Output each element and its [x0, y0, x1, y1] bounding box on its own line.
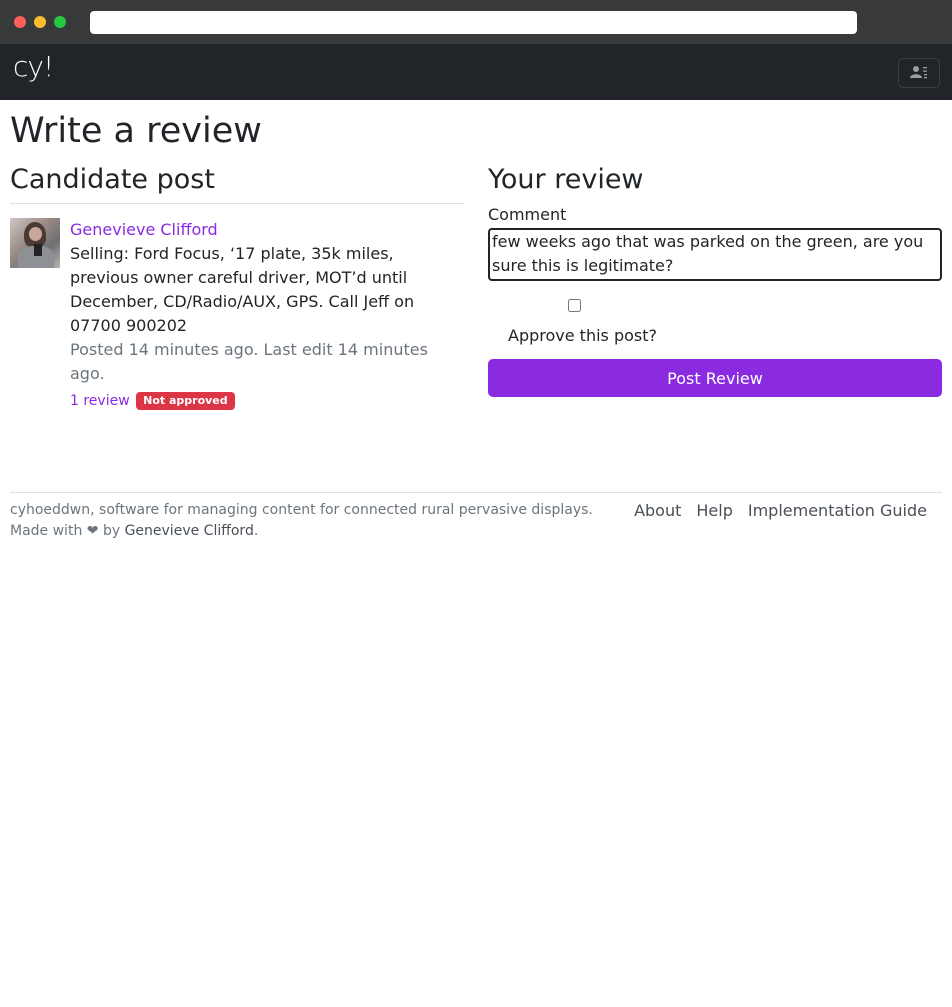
heart-icon: ❤: [86, 523, 99, 539]
review-count-link[interactable]: 1 review: [70, 393, 130, 409]
approve-checkbox[interactable]: [568, 299, 581, 312]
status-badge: Not approved: [136, 392, 235, 410]
minimize-window-button[interactable]: [34, 16, 46, 28]
post-review-button[interactable]: Post Review: [488, 359, 942, 397]
footer-made-with: Made with ❤ by Genevieve Clifford.: [10, 523, 259, 539]
comment-label: Comment: [488, 205, 567, 224]
main-content: Write a review Candidate post Genevieve …: [0, 110, 952, 412]
page-title: Write a review: [10, 111, 262, 151]
footer-tagline: cyhoeddwn, software for managing content…: [10, 502, 593, 518]
browser-chrome: [0, 0, 952, 44]
address-bar[interactable]: [90, 11, 857, 34]
footer-link-help[interactable]: Help: [696, 500, 732, 542]
post-text: Selling: Ford Focus, ‘17 plate, 35k mile…: [70, 244, 415, 335]
author-avatar: [10, 218, 60, 268]
footer: cyhoeddwn, software for managing content…: [10, 492, 942, 542]
maximize-window-button[interactable]: [54, 16, 66, 28]
candidate-post: Genevieve Clifford Selling: Ford Focus, …: [10, 218, 464, 412]
footer-link-about[interactable]: About: [634, 500, 681, 542]
candidate-post-section: Candidate post Genevieve Clifford Sellin…: [10, 164, 464, 412]
footer-link-implementation-guide[interactable]: Implementation Guide: [748, 500, 927, 542]
person-lines-icon: [910, 65, 928, 82]
navbar: cy!: [0, 44, 952, 100]
footer-nav: About Help Implementation Guide: [634, 500, 942, 542]
your-review-section: Your review Comment Approve this post? P…: [488, 164, 942, 412]
close-window-button[interactable]: [14, 16, 26, 28]
comment-input[interactable]: [488, 228, 942, 281]
user-menu-button[interactable]: [898, 58, 940, 88]
candidate-post-heading: Candidate post: [10, 164, 464, 204]
post-meta: Posted 14 minutes ago. Last edit 14 minu…: [70, 340, 428, 383]
author-link[interactable]: Genevieve Clifford: [70, 220, 218, 239]
footer-author-link[interactable]: Genevieve Clifford: [125, 523, 254, 539]
approve-label: Approve this post?: [508, 326, 657, 345]
your-review-heading: Your review: [488, 164, 644, 195]
brand-logo[interactable]: cy!: [13, 50, 54, 83]
